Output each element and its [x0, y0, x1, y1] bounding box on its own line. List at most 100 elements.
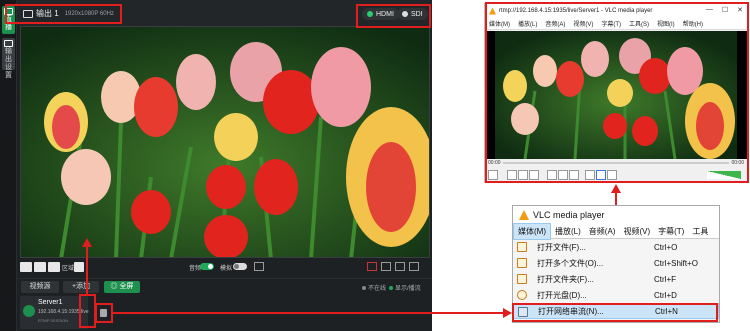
- offline-label: 不在线: [368, 286, 387, 292]
- output-title: 输出 1 1920x1080P 60Hz: [23, 6, 114, 21]
- vlc-logo-icon: [519, 210, 529, 220]
- fit-icon[interactable]: [20, 262, 32, 272]
- encoder-app: 直播 输出设置 输出 1 1920x1080P 60Hz HDMI SDI 区域…: [0, 0, 432, 331]
- fullscreen-icon[interactable]: [547, 170, 557, 180]
- server-card[interactable]: Server1 192.168.4.15:1935/live RTMP SESS…: [20, 296, 89, 329]
- list-icon[interactable]: [585, 170, 595, 180]
- menu-audio[interactable]: 音频(A): [545, 19, 565, 28]
- menu-item-open-multiple[interactable]: 打开多个文件(O)... Ctrl+Shift+O: [513, 255, 719, 271]
- window-buttons: — ☐ ✕: [706, 6, 743, 14]
- menu-item-shortcut: Ctrl+D: [654, 290, 677, 300]
- arrow-shaft: [113, 312, 505, 314]
- vlc-titlebar: rtmp://192.168.4.15:1935/live/Server1 - …: [485, 4, 747, 18]
- sdi-label: SDI: [411, 10, 423, 18]
- menu-item-shortcut: Ctrl+O: [654, 242, 678, 252]
- mode2-label: 模拟: [220, 266, 233, 272]
- minimize-icon[interactable]: —: [706, 6, 713, 14]
- menu-item-shortcut: Ctrl+F: [654, 274, 676, 284]
- vlc-logo-icon: [489, 7, 496, 15]
- preview-controls: 区域 音频 模拟: [17, 260, 432, 274]
- menu-video[interactable]: 视频(V): [619, 224, 654, 239]
- server-icon: [23, 305, 35, 317]
- screenshot-root: 直播 输出设置 输出 1 1920x1080P 60Hz HDMI SDI 区域…: [0, 0, 750, 331]
- menu-audio[interactable]: 音频(A): [585, 224, 620, 239]
- shuffle-icon[interactable]: [607, 170, 617, 180]
- add-source-button[interactable]: +添加: [63, 281, 99, 293]
- layout-icon[interactable]: [254, 262, 264, 271]
- display-dot-icon: [389, 285, 393, 290]
- vlc-seekbar: 00:00 00:00: [485, 159, 747, 167]
- menu-item-label: 打开网络串流(N)...: [538, 306, 604, 316]
- vlc-media-menu-window: VLC media player 媒体(M) 播放(L) 音频(A) 视频(V)…: [512, 205, 720, 323]
- layout-pip-icon[interactable]: [395, 262, 405, 271]
- display-legend: 显示/播流: [389, 283, 421, 292]
- menu-media[interactable]: 媒体(M): [489, 19, 510, 28]
- maximize-icon[interactable]: ☐: [722, 6, 728, 14]
- menu-tools[interactable]: 工具(S): [629, 19, 649, 28]
- menu-item-label: 打开文件(F)...: [537, 242, 586, 252]
- hdmi-toggle[interactable]: HDMI: [362, 8, 399, 20]
- menu-item-label: 打开多个文件(O)...: [537, 258, 604, 268]
- volume-slider[interactable]: [707, 171, 741, 179]
- menu-subtitle[interactable]: 字幕(T): [654, 224, 688, 239]
- loop-icon[interactable]: [596, 170, 606, 180]
- output-header: 输出 1 1920x1080P 60Hz HDMI SDI: [17, 0, 432, 26]
- menu-item-open-folder[interactable]: 打开文件夹(F)... Ctrl+F: [513, 271, 719, 287]
- menu-playback[interactable]: 播放(L): [551, 224, 585, 239]
- menu-view[interactable]: 视图(I): [657, 19, 675, 28]
- sidebar-item-live[interactable]: 直播: [2, 6, 15, 34]
- trash-icon[interactable]: [100, 309, 107, 317]
- menu-item-shortcut: Ctrl+Shift+O: [654, 258, 699, 268]
- menu-item-open-disc[interactable]: 打开光盘(D)... Ctrl+D: [513, 287, 719, 303]
- output-resolution: 1920x1080P 60Hz: [64, 10, 114, 17]
- mode-label: 区域: [62, 266, 75, 272]
- menu-subtitle[interactable]: 字幕(T): [601, 19, 621, 28]
- sidebar-item-output-settings[interactable]: 输出设置: [2, 38, 15, 79]
- sdi-toggle[interactable]: SDI: [397, 8, 428, 20]
- next-icon[interactable]: [529, 170, 539, 180]
- files-icon: [517, 258, 527, 268]
- monitor-icon: [23, 9, 33, 18]
- disc-icon: [517, 290, 527, 300]
- previous-icon[interactable]: [507, 170, 517, 180]
- vlc-title-text: rtmp://192.168.4.15:1935/live/Server1 - …: [499, 8, 653, 14]
- menu-item-open-file[interactable]: 打开文件(F)... Ctrl+O: [513, 239, 719, 255]
- stop-icon[interactable]: [518, 170, 528, 180]
- fullscreen-button[interactable]: ◎ 全屏: [104, 281, 140, 293]
- menu-item-label: 打开文件夹(F)...: [537, 274, 594, 284]
- media-dropdown: 打开文件(F)... Ctrl+O 打开多个文件(O)... Ctrl+Shif…: [513, 239, 719, 319]
- layout-split-icon[interactable]: [381, 262, 391, 271]
- layout-single-icon[interactable]: [367, 262, 377, 271]
- tulip-stream-image: [495, 31, 737, 159]
- video-source-button[interactable]: 视频源: [21, 281, 59, 293]
- close-icon[interactable]: ✕: [737, 6, 743, 14]
- sidebar-item-label: 直播: [5, 16, 12, 31]
- time-total: 00:00: [731, 160, 744, 166]
- menu-tools[interactable]: 工具: [688, 224, 712, 239]
- menu-item-label: 打开光盘(D)...: [537, 290, 587, 300]
- status-dot-icon: [402, 11, 408, 17]
- audio-toggle[interactable]: [200, 263, 214, 270]
- arrow-head-right: [503, 308, 512, 318]
- pause-icon[interactable]: [488, 170, 498, 180]
- server-url: 192.168.4.15:1935/live: [38, 309, 89, 315]
- menu-video[interactable]: 视频(V): [573, 19, 593, 28]
- menu-item-open-network-stream[interactable]: 打开网络串流(N)... Ctrl+N: [513, 303, 719, 319]
- arrow-head-up: [82, 238, 92, 247]
- source-bar: 视频源 +添加 ◎ 全屏 不在线 显示/播流: [17, 278, 432, 294]
- playlist-icon[interactable]: [569, 170, 579, 180]
- vlc-window: rtmp://192.168.4.15:1935/live/Server1 - …: [484, 3, 748, 183]
- mode-icon[interactable]: [74, 262, 84, 272]
- extended-settings-icon[interactable]: [558, 170, 568, 180]
- menu-help[interactable]: 帮助(H): [683, 19, 703, 28]
- vlc-menubar: 媒体(M) 播放(L) 音频(A) 视频(V) 字幕(T) 工具(S) 视图(I…: [485, 18, 747, 30]
- server-name: Server1: [38, 299, 63, 306]
- image-icon[interactable]: [34, 262, 46, 272]
- seek-slider[interactable]: [503, 162, 729, 164]
- menu-playback[interactable]: 播放(L): [518, 19, 537, 28]
- menu-media[interactable]: 媒体(M): [513, 222, 551, 240]
- output-title-label: 输出 1: [36, 9, 59, 18]
- layout-grid-icon[interactable]: [409, 262, 419, 271]
- eye-icon[interactable]: [48, 262, 60, 272]
- mode2-toggle[interactable]: [233, 263, 247, 270]
